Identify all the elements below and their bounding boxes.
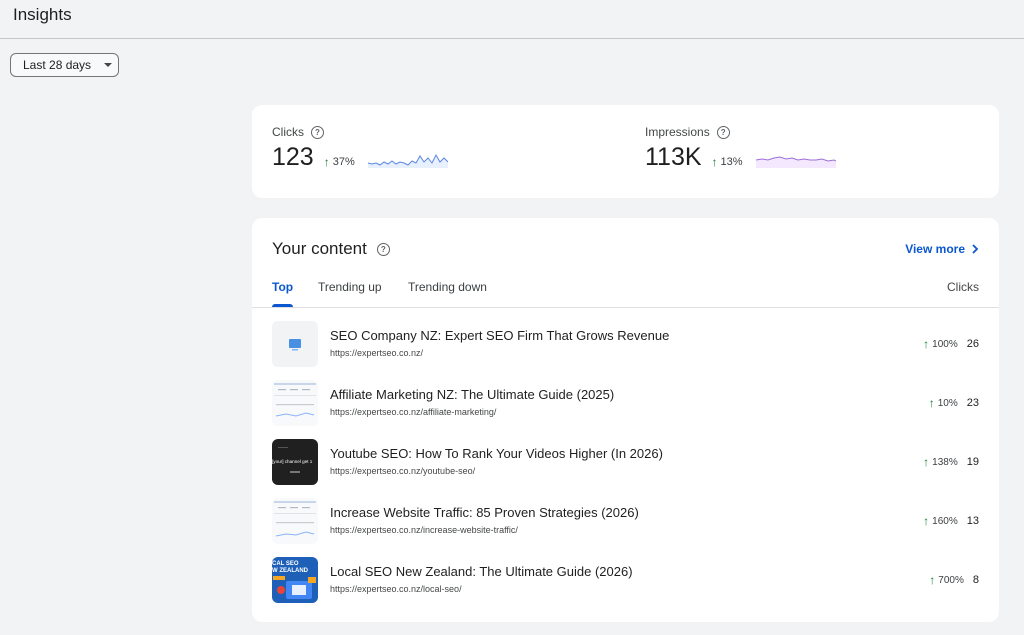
arrow-up-icon: ↑ [923, 514, 930, 528]
page-title: Insights [13, 5, 72, 24]
impressions-change: ↑ 13% [712, 155, 743, 169]
page-title-link[interactable]: Youtube SEO: How To Rank Your Videos Hig… [330, 446, 663, 461]
chevron-right-icon [972, 244, 979, 254]
top-bar: Insights [0, 0, 1024, 39]
clicks-change: ↑ 37% [324, 155, 355, 169]
clicks-sparkline [367, 153, 448, 168]
dropdown-caret-icon [104, 63, 113, 67]
help-icon[interactable]: ? [311, 125, 324, 139]
page-url: https://expertseo.co.nz/affiliate-market… [330, 407, 497, 417]
row-clicks: 23 [966, 397, 979, 409]
clicks-column-header: Clicks [947, 280, 979, 294]
content-row[interactable]: [your] channel get 1 Youtube SEO: How To… [272, 439, 979, 485]
thumbnail-text: [your] channel get 1 [272, 459, 313, 464]
row-change: ↑ 160% [923, 514, 958, 528]
clicks-label: Clicks [272, 125, 304, 139]
arrow-up-icon: ↑ [323, 154, 330, 169]
date-range-label: Last 28 days [23, 58, 92, 72]
page-thumbnail: [your] channel get 1 [272, 439, 318, 485]
content-row[interactable]: CAL SEO W ZEALAND Local SEO New Zealand:… [272, 557, 979, 603]
row-clicks: 8 [972, 574, 979, 586]
help-icon[interactable]: ? [716, 125, 730, 139]
page-title-link[interactable]: Local SEO New Zealand: The Ultimate Guid… [330, 564, 633, 579]
date-range-dropdown[interactable]: Last 28 days [10, 53, 119, 77]
impressions-change-value: 13% [720, 155, 743, 168]
impressions-value: 113K [645, 143, 702, 171]
performance-summary-card: Clicks ? 123 ↑ 37% Impressions ? 113K ↑ … [252, 105, 999, 198]
help-icon[interactable]: ? [376, 242, 390, 256]
arrow-up-icon: ↑ [929, 573, 936, 587]
arrow-up-icon: ↑ [923, 455, 930, 469]
row-clicks: 13 [966, 515, 979, 527]
arrow-up-icon: ↑ [928, 396, 935, 410]
page-thumbnail [272, 498, 318, 544]
content-tabs: Top Trending up Trending down Clicks [252, 280, 999, 308]
row-change: ↑ 700% [929, 573, 964, 587]
page-url: https://expertseo.co.nz/increase-website… [330, 525, 518, 535]
content-row[interactable]: SEO Company NZ: Expert SEO Firm That Gro… [272, 321, 979, 367]
tab-trending-down[interactable]: Trending down [408, 280, 487, 307]
content-row[interactable]: Affiliate Marketing NZ: The Ultimate Gui… [272, 380, 979, 426]
page-thumbnail [272, 380, 318, 426]
tab-trending-up[interactable]: Trending up [318, 280, 382, 307]
page-thumbnail: CAL SEO W ZEALAND [272, 557, 318, 603]
impressions-sparkline [755, 155, 836, 168]
page-title-link[interactable]: Increase Website Traffic: 85 Proven Stra… [330, 505, 639, 520]
clicks-metric[interactable]: Clicks ? 123 ↑ 37% [272, 125, 448, 172]
your-content-card: Your content ? View more Top Trending up… [252, 218, 999, 622]
row-change: ↑ 100% [923, 337, 958, 351]
row-change: ↑ 138% [923, 455, 958, 469]
impressions-metric[interactable]: Impressions ? 113K ↑ 13% [645, 125, 836, 172]
row-clicks: 26 [966, 338, 979, 350]
page-url: https://expertseo.co.nz/youtube-seo/ [330, 466, 476, 476]
page-title-link[interactable]: SEO Company NZ: Expert SEO Firm That Gro… [330, 328, 669, 343]
thumbnail-text: W ZEALAND [272, 568, 309, 574]
view-more-link[interactable]: View more [905, 242, 979, 256]
page-url: https://expertseo.co.nz/local-seo/ [330, 584, 462, 594]
page-title-link[interactable]: Affiliate Marketing NZ: The Ultimate Gui… [330, 387, 614, 402]
page-url: https://expertseo.co.nz/ [330, 348, 424, 358]
content-title: Your content [272, 239, 367, 258]
tab-top[interactable]: Top [272, 280, 294, 307]
view-more-label: View more [905, 242, 965, 256]
arrow-up-icon: ↑ [711, 154, 718, 169]
row-change: ↑ 10% [928, 396, 958, 410]
thumbnail-text: CAL SEO [272, 561, 299, 567]
row-clicks: 19 [966, 456, 979, 468]
impressions-label: Impressions [645, 125, 710, 139]
page-thumbnail [272, 321, 318, 367]
content-row[interactable]: Increase Website Traffic: 85 Proven Stra… [272, 498, 979, 544]
clicks-change-value: 37% [332, 155, 355, 168]
arrow-up-icon: ↑ [923, 337, 930, 351]
clicks-value: 123 [272, 143, 314, 171]
